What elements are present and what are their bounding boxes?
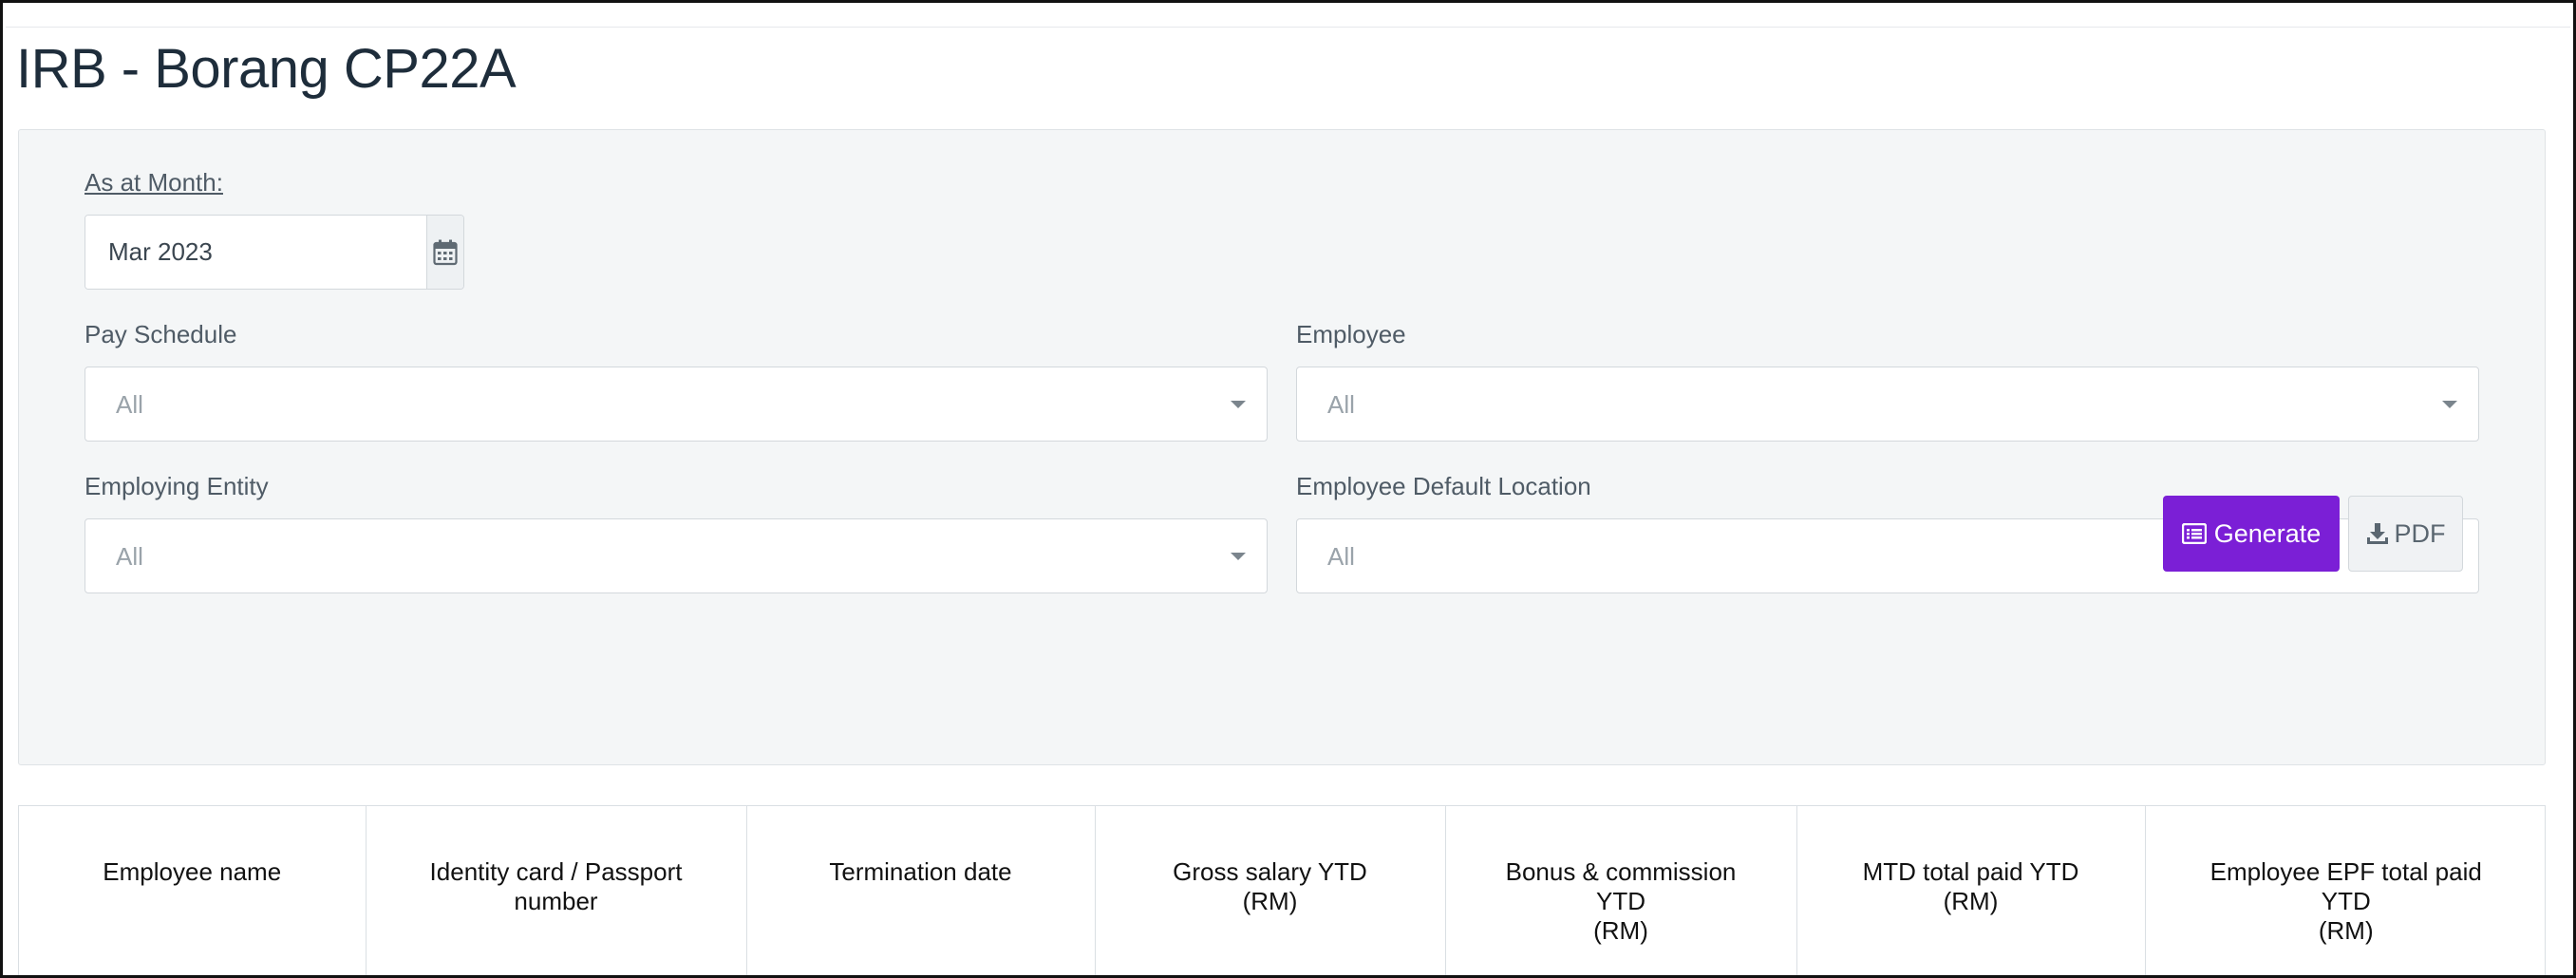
- column-header[interactable]: Bonus & commission YTD (RM): [1445, 806, 1797, 975]
- month-label: As at Month:: [85, 168, 223, 197]
- pay-schedule-label: Pay Schedule: [85, 320, 237, 348]
- column-header[interactable]: MTD total paid YTD (RM): [1796, 806, 2146, 975]
- month-input[interactable]: [85, 216, 426, 289]
- download-icon: [2366, 523, 2388, 544]
- calendar-icon: [433, 239, 458, 265]
- column-header[interactable]: Employee name: [19, 806, 367, 975]
- month-picker: [85, 215, 464, 290]
- filter-panel: As at Month: Pay Schedule All: [18, 129, 2546, 765]
- generate-button-label: Generate: [2213, 518, 2322, 548]
- employing-entity-select[interactable]: All: [85, 518, 1268, 593]
- page-title: IRB - Borang CP22A: [16, 38, 517, 100]
- employee-label: Employee: [1296, 320, 1406, 348]
- pay-schedule-select[interactable]: All: [85, 367, 1268, 442]
- default-location-label: Employee Default Location: [1296, 472, 1591, 500]
- report-table: Employee name Identity card / Passport n…: [18, 805, 2547, 975]
- chevron-down-icon: [1231, 553, 1246, 560]
- header-divider: [6, 27, 2570, 28]
- pdf-button[interactable]: PDF: [2348, 496, 2463, 572]
- table-header-row: Employee name Identity card / Passport n…: [19, 806, 2547, 975]
- generate-button[interactable]: Generate: [2163, 496, 2340, 572]
- employee-select[interactable]: All: [1296, 367, 2479, 442]
- column-header[interactable]: Employee EPF total paid YTD (RM): [2145, 806, 2547, 975]
- pdf-button-label: PDF: [2394, 518, 2446, 548]
- column-header[interactable]: Gross salary YTD (RM): [1095, 806, 1446, 975]
- chevron-down-icon: [1231, 401, 1246, 408]
- employing-entity-value: All: [116, 542, 143, 571]
- employee-value: All: [1327, 390, 1355, 419]
- list-icon: [2181, 523, 2207, 544]
- employing-entity-label: Employing Entity: [85, 472, 269, 500]
- column-header[interactable]: Identity card / Passport number: [366, 806, 747, 975]
- default-location-value: All: [1327, 542, 1355, 571]
- chevron-down-icon: [2442, 401, 2457, 408]
- pay-schedule-value: All: [116, 390, 143, 419]
- calendar-button[interactable]: [426, 216, 463, 289]
- column-header[interactable]: Termination date: [746, 806, 1096, 975]
- app-window: IRB - Borang CP22A As at Month: Pay Sche…: [0, 0, 2576, 978]
